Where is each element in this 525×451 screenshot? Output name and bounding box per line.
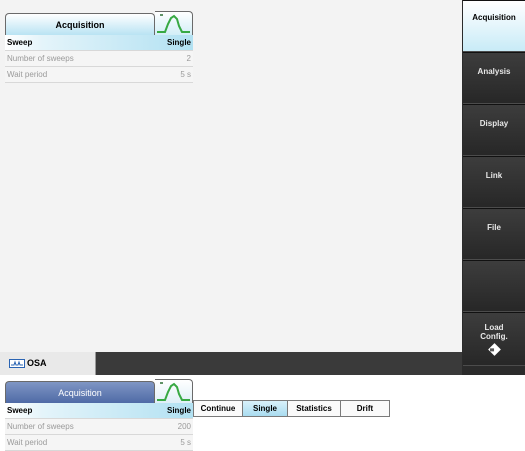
sweep-value: Single	[166, 38, 191, 47]
softkey-analysis[interactable]: Analysis	[463, 52, 525, 104]
osa-waveform-icon	[9, 359, 25, 368]
panel-title: Acquisition	[5, 381, 155, 403]
acquisition-graph-icon	[155, 379, 193, 403]
number-of-sweeps-row[interactable]: Number of sweeps 2	[5, 51, 193, 67]
option-single[interactable]: Single	[242, 400, 288, 417]
softkey-acquisition[interactable]: Acquisition	[463, 0, 525, 52]
diamond-navigation-icon	[487, 343, 501, 356]
wait-period-value: 5 s	[180, 70, 191, 79]
panel-title: Acquisition	[5, 13, 155, 35]
option-statistics[interactable]: Statistics	[287, 400, 341, 417]
option-continue[interactable]: Continue	[193, 400, 243, 417]
number-of-sweeps-label: Number of sweeps	[7, 54, 74, 63]
acquisition-settings-panel-expanded: Acquisition Sweep Single Number of sweep…	[5, 379, 193, 451]
osa-tab-label: OSA	[27, 358, 47, 368]
softkey-load-config[interactable]: Load Config.	[463, 312, 525, 366]
sweep-label: Sweep	[7, 406, 33, 415]
softkey-link[interactable]: Link	[463, 156, 525, 208]
wait-period-row[interactable]: Wait period 5 s	[5, 435, 193, 451]
number-of-sweeps-value: 200	[177, 422, 191, 431]
wait-period-label: Wait period	[7, 70, 48, 79]
sweep-row[interactable]: Sweep Single	[5, 35, 193, 51]
softkey-empty[interactable]	[463, 260, 525, 312]
softkey-file[interactable]: File	[463, 208, 525, 260]
wait-period-value: 5 s	[180, 438, 191, 447]
sweep-row[interactable]: Sweep Single	[5, 403, 193, 419]
sweep-value: Single	[166, 406, 191, 415]
panel-header: Acquisition	[5, 379, 193, 403]
acquisition-graph-icon	[155, 11, 193, 35]
softkey-display[interactable]: Display	[463, 104, 525, 156]
wait-period-label: Wait period	[7, 438, 48, 447]
wait-period-row[interactable]: Wait period 5 s	[5, 67, 193, 83]
number-of-sweeps-label: Number of sweeps	[7, 422, 74, 431]
osa-tab[interactable]: OSA	[0, 352, 96, 375]
softkey-column: Acquisition Analysis Display Link File L…	[462, 0, 525, 375]
panel-header: Acquisition	[5, 11, 193, 35]
number-of-sweeps-value: 2	[186, 54, 191, 63]
number-of-sweeps-row[interactable]: Number of sweeps 200	[5, 419, 193, 435]
sweep-label: Sweep	[7, 38, 33, 47]
load-config-label: Load Config.	[480, 323, 508, 341]
status-bar: OSA	[0, 352, 462, 375]
acquisition-settings-panel: Acquisition Sweep Single Number of sweep…	[5, 11, 193, 83]
option-drift[interactable]: Drift	[340, 400, 390, 417]
